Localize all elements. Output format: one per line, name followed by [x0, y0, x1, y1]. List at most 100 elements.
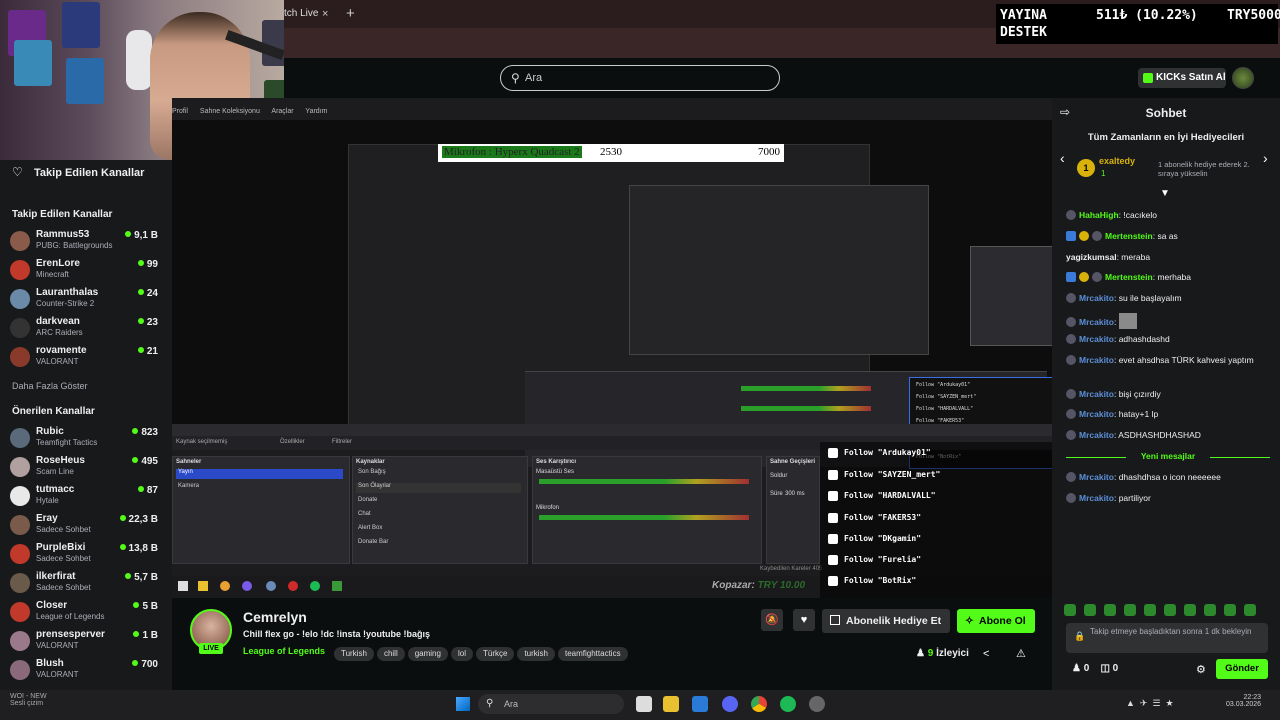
- sidebar-channel-item[interactable]: Closer League of Legends 5 B: [10, 600, 170, 626]
- taskbar-search[interactable]: ⚲ Ara: [478, 694, 624, 714]
- search-bar[interactable]: ⚲ Ara: [500, 65, 780, 91]
- gift-subscription-button[interactable]: Abonelik Hediye Et: [822, 609, 950, 633]
- user-avatar[interactable]: [1232, 67, 1254, 89]
- emote-icon[interactable]: [1184, 604, 1196, 616]
- gift-icon: [830, 615, 840, 625]
- stream-category[interactable]: League of Legends: [243, 646, 325, 656]
- emote-icon[interactable]: [1124, 604, 1136, 616]
- sidebar-channel-item[interactable]: Rubic Teamfight Tactics 823: [10, 426, 170, 452]
- channel-avatar: [10, 428, 30, 448]
- system-tray[interactable]: ▲ ✈ ☰ ★: [1126, 698, 1174, 709]
- chat-username[interactable]: Mrcakito: [1079, 409, 1114, 419]
- mixer-track-label: Mikrofon: [536, 505, 560, 511]
- chat-username[interactable]: Mrcakito: [1079, 472, 1114, 482]
- emote-icon[interactable]: [1244, 604, 1256, 616]
- follow-heart-icon[interactable]: ♥: [793, 609, 815, 631]
- tag-chip[interactable]: chill: [376, 647, 405, 661]
- sidebar-channel-item[interactable]: Lauranthalas Counter-Strike 2 24: [10, 287, 170, 313]
- chat-username[interactable]: Mrcakito: [1079, 430, 1114, 440]
- send-button[interactable]: Gönder: [1216, 659, 1268, 679]
- browser-tab[interactable]: tch Live: [280, 4, 340, 24]
- sidebar-header: Takip Edilen Kanallar: [34, 167, 145, 179]
- emote-icon[interactable]: [1084, 604, 1096, 616]
- emote-icon[interactable]: [1144, 604, 1156, 616]
- chrome-icon[interactable]: [751, 696, 767, 712]
- chat-title: Sohbet: [1145, 106, 1187, 120]
- channel-viewers: 9,1 B: [125, 230, 158, 241]
- viewer-label: İzleyici: [936, 648, 969, 659]
- file-explorer-icon[interactable]: [636, 696, 652, 712]
- tag-chip[interactable]: Turkish: [334, 647, 374, 661]
- chat-username[interactable]: HahaHigh: [1079, 210, 1119, 220]
- show-more-link[interactable]: Daha Fazla Göster: [12, 381, 88, 391]
- video-player[interactable]: Profil Sahne Koleksiyonu Araçlar Yardım …: [172, 98, 1052, 598]
- channel-name: tutmacc: [36, 484, 75, 495]
- gear-icon[interactable]: ⚙: [1196, 663, 1206, 676]
- store-icon[interactable]: [692, 696, 708, 712]
- channel-avatar: [10, 573, 30, 593]
- share-icon[interactable]: <: [983, 648, 989, 660]
- sidebar-channel-item[interactable]: PurpleBixi Sadece Sohbet 13,8 B: [10, 542, 170, 568]
- emote-icon[interactable]: [1064, 604, 1076, 616]
- sidebar-channel-item[interactable]: darkvean ARC Raiders 23: [10, 316, 170, 342]
- chat-username[interactable]: Mrcakito: [1079, 493, 1114, 503]
- chat-username[interactable]: Mertenstein: [1105, 272, 1153, 282]
- followed-section-title: Takip Edilen Kanallar: [12, 209, 113, 220]
- chat-username[interactable]: Mrcakito: [1079, 317, 1114, 327]
- subscribe-button[interactable]: ✧ Abone Ol: [957, 609, 1035, 633]
- search-input[interactable]: Ara: [525, 72, 542, 84]
- search-icon: ⚲: [486, 698, 494, 709]
- expand-leaderboard-icon[interactable]: ▼: [1160, 188, 1170, 199]
- tag-chip[interactable]: turkish: [517, 647, 555, 661]
- obs-icon[interactable]: [809, 696, 825, 712]
- emote-icon[interactable]: [1104, 604, 1116, 616]
- sidebar-channel-item[interactable]: Rammus53 PUBG: Battlegrounds 9,1 B: [10, 229, 170, 255]
- chat-username[interactable]: Mrcakito: [1079, 334, 1114, 344]
- chat-username[interactable]: Mrcakito: [1079, 293, 1114, 303]
- tag-chip[interactable]: teamfighttactics: [558, 647, 628, 661]
- user-badge-icon: [1066, 389, 1076, 399]
- sidebar-channel-item[interactable]: rovamente VALORANT 21: [10, 345, 170, 371]
- chat-input[interactable]: 🔒 Takip etmeye başladıktan sonra 1 dk be…: [1066, 623, 1268, 653]
- emote-icon[interactable]: [1164, 604, 1176, 616]
- taskbar-clock[interactable]: 22:23 03.03.2026: [1226, 694, 1261, 708]
- emote-icon[interactable]: [1224, 604, 1236, 616]
- leader-name[interactable]: exaltedy: [1099, 156, 1135, 166]
- sidebar-channel-item[interactable]: RoseHeus Scam Line 495: [10, 455, 170, 481]
- buy-kicks-button[interactable]: KICKs Satın Al: [1138, 68, 1226, 88]
- windows-start-icon[interactable]: [456, 697, 470, 711]
- folder-icon[interactable]: [663, 696, 679, 712]
- close-tab-icon[interactable]: ×: [322, 4, 328, 24]
- sidebar-channel-item[interactable]: Blush VALORANT 700: [10, 658, 170, 684]
- tag-chip[interactable]: Türkçe: [475, 647, 515, 661]
- chat-username[interactable]: Mrcakito: [1079, 355, 1114, 365]
- channel-viewers: 5,7 B: [125, 572, 158, 583]
- sidebar-channel-item[interactable]: ilkerfirat Sadece Sohbet 5,7 B: [10, 571, 170, 597]
- chat-username[interactable]: Mrcakito: [1079, 389, 1114, 399]
- discord-icon[interactable]: [722, 696, 738, 712]
- spotify-icon[interactable]: [780, 696, 796, 712]
- chevron-left-icon[interactable]: ‹: [1060, 150, 1065, 166]
- report-icon[interactable]: ⚠: [1016, 647, 1026, 660]
- chat-message: Mrcakito: hatay+1 lp: [1066, 408, 1270, 420]
- mute-notifications-icon[interactable]: 🔕: [761, 609, 783, 631]
- chat-username[interactable]: yagizkumsal: [1066, 252, 1117, 262]
- channel-category: Sadece Sohbet: [36, 554, 91, 563]
- sidebar-channel-item[interactable]: prensesperver VALORANT 1 B: [10, 629, 170, 655]
- emote-icon[interactable]: [1204, 604, 1216, 616]
- sidebar-channel-item[interactable]: ErenLore Minecraft 99: [10, 258, 170, 284]
- new-tab-button[interactable]: +: [346, 4, 355, 24]
- chat-username[interactable]: Mertenstein: [1105, 231, 1153, 241]
- follow-row: Follow "FAKER53": [824, 509, 1048, 527]
- chat-text: merhaba: [1157, 272, 1192, 282]
- sidebar-channel-item[interactable]: Eray Sadece Sohbet 22,3 B: [10, 513, 170, 539]
- sidebar-channel-item[interactable]: tutmacc Hytale 87: [10, 484, 170, 510]
- tag-chip[interactable]: lol: [450, 647, 473, 661]
- heart-icon: ♡: [12, 165, 23, 179]
- chat-text: evet ahsdhsa TÜRK kahvesi yaptım: [1118, 355, 1254, 365]
- follow-row: Follow "BotRix": [824, 572, 1048, 590]
- tag-chip[interactable]: gaming: [407, 647, 448, 661]
- leader-gift-count: 1: [1101, 169, 1106, 178]
- streamer-name[interactable]: Cemrelyn: [243, 609, 307, 625]
- channel-viewers: 22,3 B: [120, 514, 158, 525]
